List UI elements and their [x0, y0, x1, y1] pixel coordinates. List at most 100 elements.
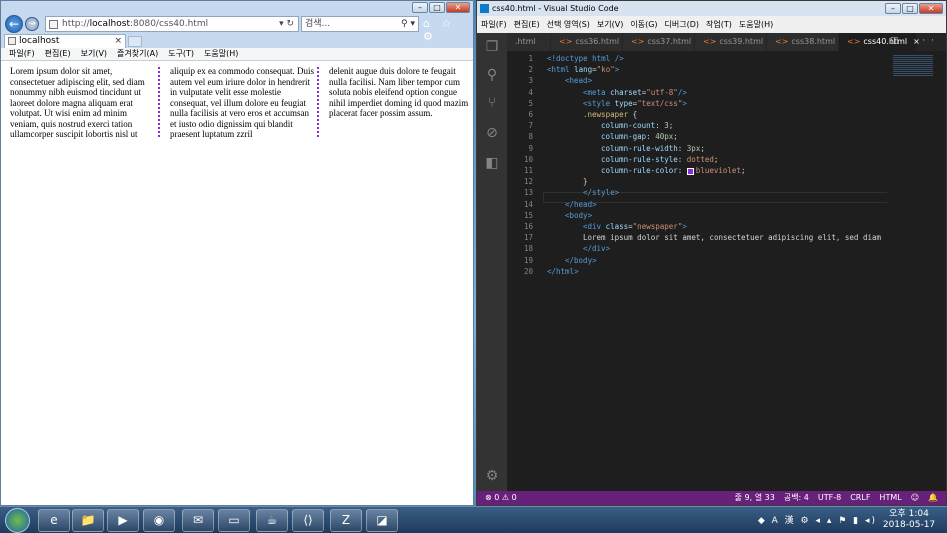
- address-bar[interactable]: http://localhost:8080/css40.html ▾ ↻: [45, 16, 299, 32]
- search-icon[interactable]: ⚲: [484, 67, 500, 83]
- bell-icon[interactable]: 🔔: [928, 491, 938, 505]
- code-token: <div: [583, 222, 602, 231]
- menu-view[interactable]: 보기(V): [81, 48, 107, 60]
- explorer-taskbar-icon[interactable]: 📁: [72, 509, 104, 532]
- search-input[interactable]: 검색... ⚲ ▾: [301, 16, 419, 32]
- search-icon[interactable]: ⚲ ▾: [401, 17, 415, 31]
- address-rest: :8080/css40.html: [129, 19, 209, 29]
- color-swatch-icon[interactable]: [686, 167, 694, 175]
- code-token: <head>: [565, 76, 593, 86]
- code-token: :: [646, 132, 656, 142]
- vscode-menubar: 파일(F) 편집(E) 선택 영역(S) 보기(V) 이동(G) 디버그(D) …: [477, 16, 946, 33]
- code-line-16: <div class="newspaper">: [547, 221, 687, 232]
- maximize-button[interactable]: □: [429, 2, 445, 13]
- code-line-14: </head>: [547, 199, 597, 210]
- forward-button[interactable]: →: [25, 17, 39, 31]
- code-token: :: [655, 121, 665, 131]
- tab-css36[interactable]: <> css36.html: [551, 33, 623, 51]
- media-player-taskbar-icon[interactable]: ▶: [107, 509, 139, 532]
- code-line-8: column-gap: 40px;: [547, 131, 678, 142]
- code-editor[interactable]: 1 2 3 4 5 6 7 8 9 10 11 12 13 14 15 16 17 18 19 20 <!doctyp…: [507, 51, 917, 491]
- code-token: column-count: [601, 121, 656, 131]
- code-token: "utf-8": [646, 87, 678, 97]
- new-tab-button[interactable]: [128, 36, 142, 47]
- clock-time: 오후 1:04: [889, 509, 929, 519]
- feedback-icon[interactable]: ☺: [911, 491, 919, 505]
- tab-css39[interactable]: <> css39.html: [695, 33, 767, 51]
- line-number: 17: [523, 233, 533, 243]
- code-line-6: .newspaper {: [547, 109, 637, 120]
- tab-label: localhost: [19, 36, 60, 46]
- line-number: 1: [528, 54, 533, 63]
- minimize-button[interactable]: –: [885, 3, 901, 14]
- vscode-taskbar-icon[interactable]: ⟨⟩: [292, 509, 324, 532]
- code-line-19: </body>: [547, 255, 597, 266]
- split-editor-icon[interactable]: ◫ ···: [890, 36, 940, 46]
- ie-taskbar-icon[interactable]: e: [38, 509, 70, 532]
- ie-navbar: ← → http://localhost:8080/css40.html ▾ ↻…: [1, 14, 473, 43]
- language-mode[interactable]: HTML: [879, 491, 901, 505]
- line-number: 11: [523, 166, 533, 175]
- line-number: 20: [523, 266, 533, 276]
- line-number: 19: [523, 255, 533, 265]
- debug-icon[interactable]: ⊘: [484, 125, 500, 141]
- close-button[interactable]: ✕: [919, 3, 943, 14]
- source-control-icon[interactable]: ⑂: [484, 95, 500, 111]
- extensions-icon[interactable]: ◧: [484, 155, 500, 171]
- menu-edit[interactable]: 편집(E): [514, 16, 540, 33]
- indentation[interactable]: 공백: 4: [784, 491, 809, 505]
- code-token: <body>: [565, 210, 593, 220]
- ie-tabbar: localhost ×: [1, 34, 473, 48]
- menu-help[interactable]: 도움말(H): [204, 48, 238, 60]
- tab-close-icon[interactable]: ×: [114, 35, 122, 47]
- close-button[interactable]: ✕: [446, 2, 470, 13]
- explorer-icon[interactable]: ❐: [484, 39, 500, 55]
- app2-taskbar-icon[interactable]: ◪: [366, 509, 398, 532]
- ie-window-controls: – □ ✕: [412, 2, 470, 13]
- line-number: 8: [528, 132, 533, 142]
- menu-debug[interactable]: 디버그(D): [665, 16, 699, 33]
- problems-indicator[interactable]: ⊗ 0 ⚠ 0: [485, 491, 517, 505]
- tab-css38[interactable]: <> css38.html: [767, 33, 839, 51]
- clock[interactable]: 오후 1:04 2018-05-17: [881, 509, 937, 531]
- minimize-button[interactable]: –: [412, 2, 428, 13]
- app-taskbar-icon[interactable]: ✉: [182, 509, 214, 532]
- code-token: ;: [713, 154, 719, 164]
- menu-selection[interactable]: 선택 영역(S): [547, 16, 590, 33]
- menu-edit[interactable]: 편집(E): [45, 48, 71, 60]
- chrome-taskbar-icon[interactable]: ◉: [143, 509, 175, 532]
- code-line-5: <style type="text/css">: [547, 98, 687, 109]
- tab-localhost[interactable]: localhost ×: [4, 34, 126, 48]
- cursor-position[interactable]: 줄 9, 열 33: [735, 491, 775, 505]
- menu-tools[interactable]: 도구(T): [168, 48, 194, 60]
- menu-favorites[interactable]: 즐겨찾기(A): [117, 48, 158, 60]
- code-token: column-rule-color: [601, 166, 678, 175]
- encoding[interactable]: UTF-8: [818, 491, 841, 505]
- menu-file[interactable]: 파일(F): [481, 16, 507, 33]
- java-taskbar-icon[interactable]: ☕: [256, 509, 288, 532]
- menu-go[interactable]: 이동(G): [630, 16, 657, 33]
- settings-gear-icon[interactable]: ⚙: [484, 468, 500, 484]
- line-number: 9: [528, 143, 533, 153]
- code-token: </style>: [583, 188, 620, 198]
- taskbar: e 📁 ▶ ◉ ✉ ▭ ☕ ⟨⟩ Z ◪ ◆ A 漢 ⚙ ◂ ▴ ⚑ ▮ ◂) …: [0, 506, 947, 533]
- tab-html[interactable]: .html: [507, 33, 551, 51]
- maximize-button[interactable]: □: [902, 3, 918, 14]
- tray-icons[interactable]: ◆ A 漢 ⚙ ◂ ▴ ⚑ ▮ ◂): [758, 513, 877, 526]
- terminal-taskbar-icon[interactable]: ▭: [218, 509, 250, 532]
- filezilla-taskbar-icon[interactable]: Z: [330, 509, 362, 532]
- start-button[interactable]: [5, 508, 30, 533]
- menu-help[interactable]: 도움말(H): [739, 16, 773, 33]
- menu-file[interactable]: 파일(F): [9, 48, 35, 60]
- minimap[interactable]: [887, 51, 946, 491]
- tab-css37[interactable]: <> css37.html: [623, 33, 695, 51]
- refresh-icon[interactable]: ▾ ↻: [279, 17, 294, 31]
- code-token: <html: [547, 65, 570, 75]
- line-ending[interactable]: CRLF: [850, 491, 870, 505]
- code-token: >: [614, 65, 620, 75]
- html-file-icon: <>: [703, 37, 717, 46]
- menu-view[interactable]: 보기(V): [597, 16, 623, 33]
- back-button[interactable]: ←: [5, 15, 23, 33]
- code-token: </div>: [583, 244, 611, 254]
- menu-tasks[interactable]: 작업(T): [706, 16, 732, 33]
